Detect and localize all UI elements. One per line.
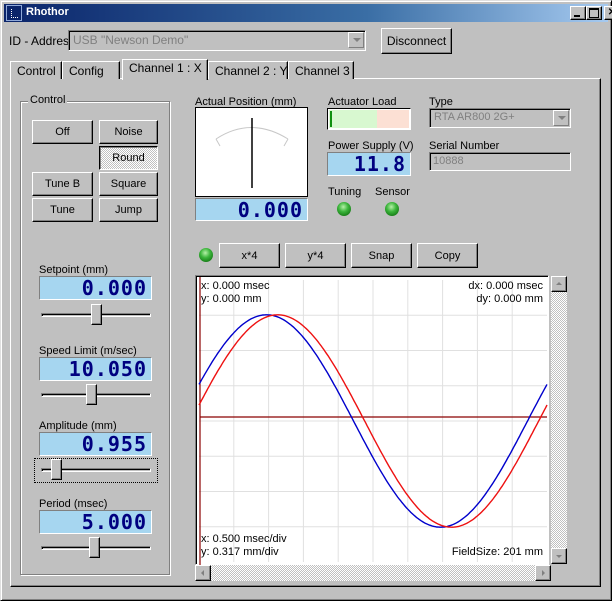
app-window: Rhothor ✕ ID - Address USB "Newson Demo"… xyxy=(0,0,612,601)
position-meter xyxy=(195,107,308,197)
app-icon xyxy=(6,5,22,21)
x-zoom-button[interactable]: x*4 xyxy=(219,243,280,268)
setpoint-slider[interactable] xyxy=(41,304,151,326)
slider-thumb[interactable] xyxy=(86,384,97,405)
sensor-label: Sensor xyxy=(375,186,410,198)
load-warn-zone xyxy=(377,110,409,128)
title-bar[interactable]: Rhothor ✕ xyxy=(4,4,612,22)
control-group-title: Control xyxy=(28,94,68,106)
scope-led-icon xyxy=(199,248,213,262)
cursor-dx-readout: dx: 0.000 msec xyxy=(468,280,543,292)
load-indicator xyxy=(330,111,332,127)
y-zoom-button[interactable]: y*4 xyxy=(285,243,346,268)
tab-channel-1[interactable]: Channel 1 : X xyxy=(122,59,208,80)
id-address-value: USB "Newson Demo" xyxy=(73,33,189,47)
scope-plot[interactable]: x: 0.000 msec y: 0.000 mm dx: 0.000 msec… xyxy=(195,275,549,565)
type-value: RTA AR800 2G+ xyxy=(434,111,515,123)
round-button[interactable]: Round xyxy=(99,146,158,170)
snap-button[interactable]: Snap xyxy=(351,243,412,268)
power-supply-display: 11.8 xyxy=(327,152,411,176)
scroll-down-button[interactable] xyxy=(551,548,567,564)
tune-button[interactable]: Tune xyxy=(32,198,93,222)
speed-limit-display: 10.050 xyxy=(39,357,152,381)
actuator-load-label: Actuator Load xyxy=(328,96,397,108)
cursor-x-readout: x: 0.000 msec xyxy=(201,280,270,292)
scope-chart[interactable] xyxy=(197,277,549,565)
setpoint-label: Setpoint (mm) xyxy=(39,264,109,276)
minimize-button[interactable] xyxy=(570,6,586,20)
tune-b-button[interactable]: Tune B xyxy=(32,172,93,196)
disconnect-button[interactable]: Disconnect xyxy=(381,28,452,54)
cursor-y-readout: y: 0.000 mm xyxy=(201,293,262,305)
load-ok-zone xyxy=(329,110,377,128)
window-title: Rhothor xyxy=(26,6,69,18)
close-button[interactable]: ✕ xyxy=(604,6,612,20)
chevron-down-icon[interactable] xyxy=(553,110,569,126)
tab-config[interactable]: Config xyxy=(62,61,120,79)
tuning-led-icon xyxy=(337,202,351,216)
copy-button[interactable]: Copy xyxy=(417,243,478,268)
slider-thumb[interactable] xyxy=(51,459,62,480)
horizontal-scrollbar[interactable] xyxy=(195,565,551,581)
tab-control[interactable]: Control xyxy=(10,61,62,79)
y-scale-readout: y: 0.317 mm/div xyxy=(201,546,279,558)
off-button[interactable]: Off xyxy=(32,120,93,144)
scroll-up-button[interactable] xyxy=(551,276,567,292)
noise-button[interactable]: Noise xyxy=(99,120,158,144)
actual-position-display: 0.000 xyxy=(195,198,308,221)
jump-button[interactable]: Jump xyxy=(99,198,158,222)
chevron-down-icon[interactable] xyxy=(348,32,364,48)
sensor-led-icon xyxy=(385,202,399,216)
speed-limit-slider[interactable] xyxy=(41,384,151,406)
scroll-left-button[interactable] xyxy=(195,565,211,581)
serial-number-label: Serial Number xyxy=(429,140,500,152)
power-supply-label: Power Supply (V) xyxy=(328,140,414,152)
amplitude-display: 0.955 xyxy=(39,432,152,456)
vertical-scrollbar[interactable] xyxy=(551,276,567,564)
serial-number-field: 10888 xyxy=(429,152,571,171)
scroll-right-button[interactable] xyxy=(535,565,551,581)
period-slider[interactable] xyxy=(41,537,151,559)
setpoint-display: 0.000 xyxy=(39,276,152,300)
amplitude-slider[interactable] xyxy=(41,459,151,481)
cursor-dy-readout: dy: 0.000 mm xyxy=(476,293,543,305)
tab-channel-2[interactable]: Channel 2 : Y xyxy=(208,61,288,79)
square-button[interactable]: Square xyxy=(99,172,158,196)
actuator-load-bar xyxy=(327,108,411,130)
slider-thumb[interactable] xyxy=(91,304,102,325)
amplitude-label: Amplitude (mm) xyxy=(39,420,117,432)
period-label: Period (msec) xyxy=(39,498,108,510)
maximize-button[interactable] xyxy=(586,6,602,20)
id-address-label: ID - Address xyxy=(9,34,76,48)
x-scale-readout: x: 0.500 msec/div xyxy=(201,533,287,545)
speed-limit-label: Speed Limit (m/sec) xyxy=(39,345,137,357)
meter-gauge-icon xyxy=(215,118,289,188)
period-display: 5.000 xyxy=(39,510,152,534)
id-address-select[interactable]: USB "Newson Demo" xyxy=(68,30,366,51)
type-label: Type xyxy=(429,96,453,108)
type-select[interactable]: RTA AR800 2G+ xyxy=(429,108,571,128)
tuning-label: Tuning xyxy=(328,186,362,198)
tab-channel-3[interactable]: Channel 3 xyxy=(288,61,354,79)
slider-thumb[interactable] xyxy=(89,537,100,558)
field-size-readout: FieldSize: 201 mm xyxy=(451,546,543,558)
close-icon: ✕ xyxy=(607,7,612,18)
